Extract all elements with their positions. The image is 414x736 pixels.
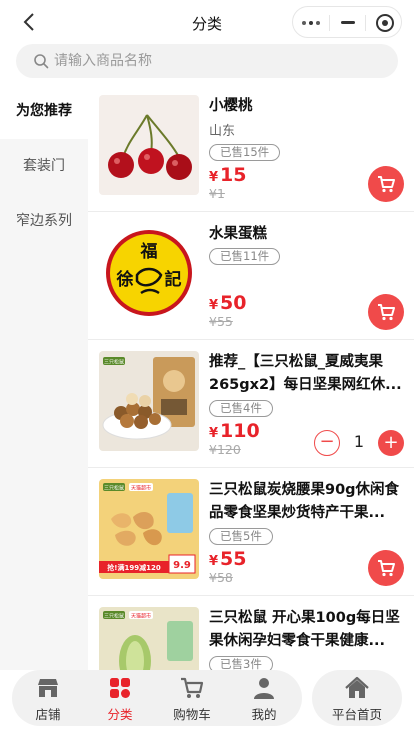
product-origin: 山东	[209, 124, 236, 139]
tab-cart[interactable]: 购物车	[156, 674, 228, 724]
category-icon	[108, 676, 132, 700]
original-price: ¥55	[209, 314, 233, 329]
cart-icon	[378, 560, 395, 577]
close-target-icon[interactable]	[376, 14, 394, 32]
bottom-tab-bar: 店铺 分类 购物车 我的	[12, 670, 302, 726]
product-item[interactable]: 福 徐 記 水果蛋糕 已售11件 ¥50 ¥55	[88, 212, 414, 340]
decrease-quantity-button[interactable]: −	[314, 430, 340, 456]
sold-count-badge: 已售3件	[209, 656, 273, 670]
product-item[interactable]: 三只松鼠 推荐_【三只松鼠_夏威夷果265gx2】每日坚果网红休... 已售4件…	[88, 340, 414, 468]
increase-quantity-button[interactable]: +	[378, 430, 404, 456]
more-icon[interactable]	[302, 21, 322, 25]
user-icon	[252, 676, 276, 700]
product-name: 三只松鼠炭烧腰果90g休闲食品零食坚果炒货特产干果...	[209, 482, 400, 521]
tab-label: 购物车	[173, 707, 211, 722]
product-price: ¥15	[209, 164, 247, 186]
sidebar-item-narrow-frame[interactable]: 窄边系列	[0, 194, 88, 249]
original-price: ¥58	[209, 570, 233, 585]
product-name: 三只松鼠 开心果100g每日坚果休闲孕妇零食干果健康...	[209, 610, 400, 649]
store-icon	[36, 676, 60, 700]
tab-category[interactable]: 分类	[84, 674, 156, 724]
add-to-cart-button[interactable]	[368, 550, 404, 586]
original-price: ¥120	[209, 442, 241, 457]
svg-text:抢!满199减120: 抢!满199减120	[107, 563, 161, 572]
cart-icon	[378, 304, 395, 321]
search-icon	[33, 53, 49, 69]
product-item[interactable]: 三只松鼠 天猫超市 抢!满199减120 9.9 三只松鼠炭烧腰果90g休闲食品…	[88, 468, 414, 596]
product-list: 小樱桃 山东 已售15件 ¥15 ¥1 福 徐 記 水果蛋糕 已售11件 ¥50…	[88, 84, 414, 670]
svg-text:三只松鼠: 三只松鼠	[104, 485, 124, 492]
add-to-cart-button[interactable]	[368, 166, 404, 202]
svg-text:記: 記	[165, 269, 182, 290]
sidebar-item-door-set[interactable]: 套装门	[0, 139, 88, 194]
svg-text:天猫超市: 天猫超市	[131, 485, 151, 492]
svg-text:徐: 徐	[116, 269, 134, 290]
minimize-icon[interactable]	[341, 21, 355, 24]
product-price: ¥50	[209, 292, 247, 314]
category-sidebar: 为您推荐 套装门 窄边系列	[0, 84, 88, 670]
product-name: 推荐_【三只松鼠_夏威夷果265gx2】每日坚果网红休...	[209, 354, 402, 393]
quantity-stepper: − 1 +	[314, 430, 404, 456]
platform-home-button[interactable]: 平台首页	[312, 670, 402, 726]
tab-profile[interactable]: 我的	[228, 674, 300, 724]
product-item[interactable]: 小樱桃 山东 已售15件 ¥15 ¥1	[88, 84, 414, 212]
sold-count-badge: 已售5件	[209, 528, 273, 545]
search-bar	[16, 44, 398, 78]
product-image-cashew[interactable]: 三只松鼠 天猫超市 抢!满199减120 9.9	[99, 479, 199, 579]
svg-text:三只松鼠: 三只松鼠	[104, 359, 124, 366]
tab-label: 我的	[251, 707, 277, 722]
search-input[interactable]	[54, 44, 384, 78]
home-icon	[345, 676, 369, 700]
product-image-macadamia[interactable]: 三只松鼠	[99, 351, 199, 451]
product-image-cherry[interactable]	[99, 95, 199, 195]
product-image-pistachio[interactable]: 三只松鼠 天猫超市	[99, 607, 199, 670]
cart-icon	[180, 676, 204, 700]
quantity-value: 1	[353, 432, 365, 451]
svg-text:天猫超市: 天猫超市	[131, 613, 151, 620]
tab-store[interactable]: 店铺	[12, 674, 84, 724]
svg-text:福: 福	[140, 241, 158, 262]
add-to-cart-button[interactable]	[368, 294, 404, 330]
product-item[interactable]: 三只松鼠 天猫超市 三只松鼠 开心果100g每日坚果休闲孕妇零食干果健康... …	[88, 596, 414, 670]
sold-count-badge: 已售4件	[209, 400, 273, 417]
product-name: 水果蛋糕	[209, 226, 267, 242]
product-name: 小樱桃	[209, 98, 253, 114]
svg-text:9.9: 9.9	[173, 560, 191, 571]
tab-label: 店铺	[35, 707, 61, 722]
mini-program-capsule	[292, 6, 402, 38]
svg-text:三只松鼠: 三只松鼠	[104, 613, 124, 620]
sidebar-item-recommended[interactable]: 为您推荐	[0, 84, 88, 139]
product-image-cake-logo[interactable]: 福 徐 記	[99, 223, 199, 323]
cart-icon	[378, 176, 395, 193]
tab-label: 分类	[107, 707, 133, 722]
product-price: ¥110	[209, 420, 260, 442]
nav-bar: 分类	[0, 0, 414, 44]
sold-count-badge: 已售11件	[209, 248, 281, 265]
sold-count-badge: 已售15件	[209, 144, 281, 161]
product-price: ¥55	[209, 548, 247, 570]
original-price: ¥1	[209, 186, 225, 201]
home-label: 平台首页	[331, 707, 382, 722]
